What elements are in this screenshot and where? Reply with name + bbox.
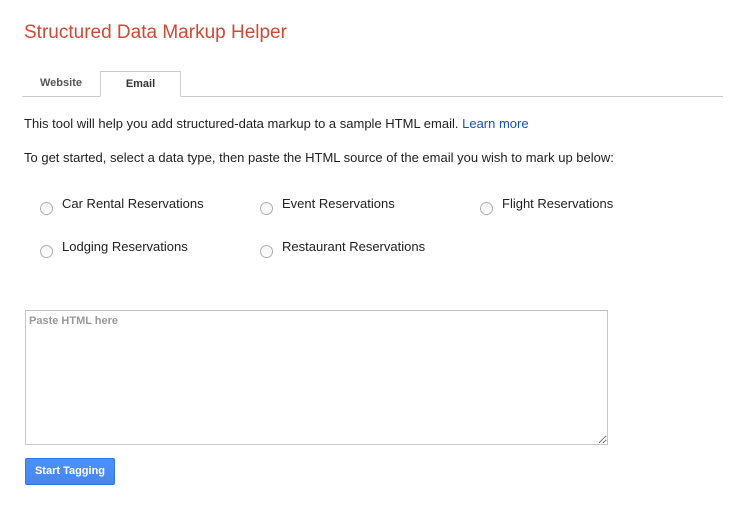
radio-label: Event Reservations: [282, 196, 395, 211]
radio-button[interactable]: [260, 202, 273, 215]
radio-label: Lodging Reservations: [62, 239, 188, 254]
radio-button[interactable]: [480, 202, 493, 215]
page-title: Structured Data Markup Helper: [24, 22, 287, 43]
radio-label: Car Rental Reservations: [62, 196, 204, 211]
html-source-input[interactable]: [25, 310, 608, 445]
radio-button[interactable]: [40, 245, 53, 258]
tab-website[interactable]: Website: [22, 71, 100, 96]
start-tagging-button[interactable]: Start Tagging: [25, 458, 115, 485]
radio-button[interactable]: [40, 202, 53, 215]
radio-label: Flight Reservations: [502, 196, 614, 211]
intro-description: This tool will help you add structured-d…: [24, 116, 459, 131]
tab-bar: Website Email: [22, 71, 723, 97]
html-input-container: [25, 310, 608, 445]
radio-label: Restaurant Reservations: [282, 239, 426, 254]
intro-text: This tool will help you add structured-d…: [24, 116, 529, 131]
instructions-text: To get started, select a data type, then…: [24, 150, 614, 165]
radio-button[interactable]: [260, 245, 273, 258]
learn-more-link[interactable]: Learn more: [462, 116, 528, 131]
tab-email[interactable]: Email: [100, 71, 181, 97]
